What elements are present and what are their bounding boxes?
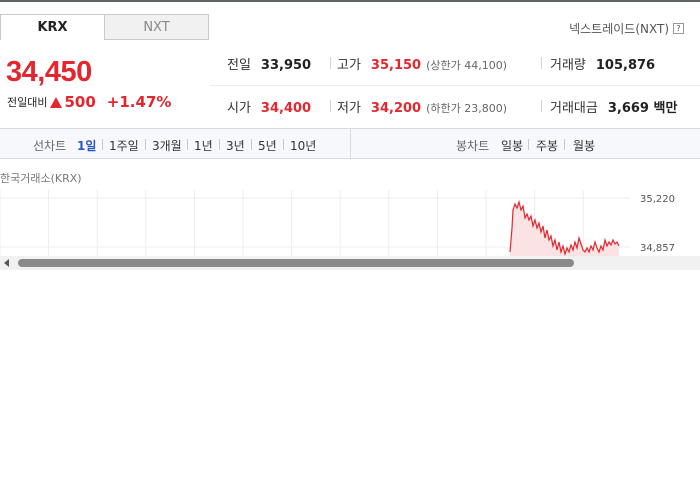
chart-scrollbar[interactable] bbox=[0, 256, 700, 270]
stat-label: 저가 bbox=[337, 101, 361, 116]
stat-open: 시가 34,400 bbox=[227, 97, 311, 116]
change-rate: +1.47% bbox=[106, 93, 172, 111]
stat-value: 105,876 bbox=[595, 58, 656, 73]
divider bbox=[541, 57, 542, 69]
stat-label: 전일 bbox=[227, 58, 251, 73]
stat-value: 34,400 bbox=[260, 101, 312, 116]
divider bbox=[283, 139, 284, 150]
divider bbox=[219, 139, 220, 150]
stat-value: 33,950 bbox=[260, 58, 312, 73]
period-3month[interactable]: 3개월 bbox=[152, 137, 182, 154]
stat-label: 고가 bbox=[337, 58, 361, 73]
stat-prev-close: 전일 33,950 bbox=[227, 54, 311, 73]
period-10year[interactable]: 10년 bbox=[290, 137, 316, 154]
stat-high: 고가 35,150 (상한가 44,100) bbox=[337, 54, 507, 73]
stat-label: 거래대금 bbox=[550, 101, 598, 116]
divider bbox=[330, 57, 331, 69]
stock-info-panel: KRX NXT 넥스트레이드(NXT) ? 34,450 전일대비 500 +1… bbox=[0, 2, 700, 270]
lower-limit: (하한가 23,800) bbox=[426, 102, 508, 115]
price-change: 전일대비 500 +1.47% bbox=[7, 93, 171, 111]
stat-volume: 거래량 105,876 bbox=[550, 54, 655, 73]
stat-value: 35,150 bbox=[370, 58, 422, 73]
period-1day[interactable]: 1일 bbox=[77, 137, 96, 154]
help-icon[interactable]: ? bbox=[673, 23, 684, 34]
period-1week[interactable]: 1주일 bbox=[109, 137, 139, 154]
nxt-info-label: 넥스트레이드(NXT) bbox=[569, 22, 669, 36]
period-monthly-candle[interactable]: 월봉 bbox=[573, 137, 595, 154]
divider bbox=[564, 139, 565, 150]
divider bbox=[251, 139, 252, 150]
divider bbox=[528, 139, 529, 150]
chart-title: 한국거래소(KRX) bbox=[0, 172, 82, 185]
stat-amount: 거래대금 3,669 백만 bbox=[550, 97, 677, 116]
divider bbox=[187, 139, 188, 150]
period-3year[interactable]: 3년 bbox=[226, 137, 245, 154]
divider bbox=[102, 139, 103, 150]
nxt-info-link[interactable]: 넥스트레이드(NXT) ? bbox=[569, 20, 684, 37]
period-1year[interactable]: 1년 bbox=[194, 137, 213, 154]
up-triangle-icon bbox=[50, 96, 63, 108]
scroll-thumb[interactable] bbox=[18, 259, 574, 267]
stat-low: 저가 34,200 (하한가 23,800) bbox=[337, 97, 507, 116]
y-tick-label: 35,220 bbox=[640, 194, 675, 205]
divider bbox=[330, 100, 331, 112]
scroll-left-arrow-icon[interactable] bbox=[4, 259, 9, 267]
period-weekly-candle[interactable]: 주봉 bbox=[536, 137, 558, 154]
candle-chart-label: 봉차트 bbox=[456, 139, 490, 153]
stats-row-divider bbox=[210, 85, 700, 86]
divider bbox=[145, 139, 146, 150]
stat-label: 거래량 bbox=[550, 58, 586, 73]
y-tick-label: 34,857 bbox=[640, 243, 675, 254]
period-5year[interactable]: 5년 bbox=[258, 137, 277, 154]
stat-value: 3,669 백만 bbox=[607, 101, 678, 116]
current-price: 34,450 bbox=[6, 56, 92, 88]
divider bbox=[541, 100, 542, 112]
chart-period-bar: 선차트 1일 1주일 3개월 1년 3년 5년 10년 봉차트 일봉 주봉 월봉 bbox=[0, 128, 700, 159]
period-daily-candle[interactable]: 일봉 bbox=[501, 137, 523, 154]
line-chart-label: 선차트 bbox=[33, 139, 67, 153]
tab-nxt[interactable]: NXT bbox=[104, 14, 209, 40]
price-chart[interactable]: 35,220 34,857 bbox=[0, 190, 700, 256]
change-amount: 500 bbox=[64, 93, 96, 111]
price-area bbox=[510, 202, 619, 256]
stat-value: 34,200 bbox=[370, 101, 422, 116]
upper-limit: (상한가 44,100) bbox=[426, 59, 508, 72]
tab-krx[interactable]: KRX bbox=[0, 14, 105, 40]
change-label: 전일대비 bbox=[7, 96, 48, 109]
period-bar-divider bbox=[350, 129, 351, 158]
stat-label: 시가 bbox=[227, 101, 251, 116]
